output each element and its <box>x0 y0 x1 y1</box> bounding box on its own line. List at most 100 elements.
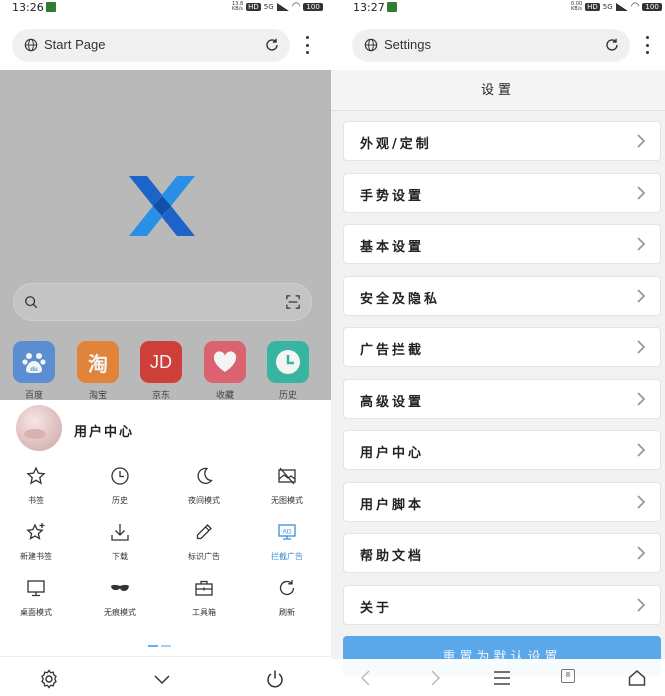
heart-icon <box>213 351 237 372</box>
menu-icon[interactable] <box>492 668 512 688</box>
reload-icon[interactable] <box>264 37 280 53</box>
menu-label: 拦截广告 <box>271 552 303 561</box>
pen-icon <box>196 524 212 540</box>
more-menu-icon[interactable] <box>645 36 649 54</box>
browser-nav-bar <box>331 659 665 696</box>
menu-label: 下载 <box>112 552 128 561</box>
chevron-down-icon[interactable] <box>152 669 172 689</box>
address-text: Settings <box>384 37 431 52</box>
settings-row-advanced[interactable]: 高级设置 <box>343 379 661 419</box>
star-icon <box>26 466 46 485</box>
search-bar[interactable] <box>13 283 312 321</box>
chevron-right-icon <box>637 392 646 406</box>
status-bar: 13:27 0.00 KB/s HD 5G ◠ 100 <box>331 0 665 16</box>
settings-row-user-scripts[interactable]: 用户脚本 <box>343 482 661 522</box>
row-label: 外观/定制 <box>360 137 432 152</box>
menu-block-ads[interactable]: AD 拦截广告 <box>257 522 317 568</box>
tab-count-button[interactable]: 8 <box>561 669 575 683</box>
status-bar: 13:26 13.8 KB/s HD 5G ◠ 100 <box>0 0 331 16</box>
menu-label: 夜间模式 <box>188 496 220 505</box>
shortcut-jd[interactable]: JD <box>140 341 182 383</box>
browser-logo-icon <box>129 176 195 236</box>
menu-label: 无图模式 <box>271 496 303 505</box>
avatar[interactable] <box>16 405 62 451</box>
app-notification-icon <box>46 2 56 12</box>
wifi-icon: ◠ <box>630 1 640 12</box>
address-bar[interactable]: Settings <box>352 29 630 62</box>
menu-incognito[interactable]: 无痕模式 <box>90 578 150 624</box>
settings-row-help[interactable]: 帮助文档 <box>343 533 661 573</box>
back-icon[interactable] <box>356 668 376 688</box>
menu-history[interactable]: 历史 <box>90 466 150 512</box>
settings-row-about[interactable]: 关于 <box>343 585 661 625</box>
reload-icon[interactable] <box>604 37 620 53</box>
power-icon[interactable] <box>265 669 285 689</box>
more-menu-icon[interactable] <box>305 36 309 54</box>
search-icon <box>25 296 38 309</box>
globe-icon <box>364 38 378 52</box>
page-title: 设置 <box>331 70 665 111</box>
bottom-toolbar <box>0 656 331 696</box>
menu-toolbox[interactable]: 工具箱 <box>174 578 234 624</box>
menu-mark-ads[interactable]: 标识广告 <box>174 522 234 568</box>
clock-icon <box>111 467 129 485</box>
chevron-right-icon <box>637 186 646 200</box>
moon-icon <box>197 467 213 485</box>
status-time: 13:26 <box>12 1 44 14</box>
shortcut-favorites[interactable] <box>204 341 246 383</box>
row-label: 用户中心 <box>360 446 425 461</box>
svg-text:AD: AD <box>282 529 291 536</box>
scan-icon[interactable] <box>286 295 300 309</box>
menu-refresh[interactable]: 刷新 <box>257 578 317 624</box>
menu-bookmarks[interactable]: 书签 <box>6 466 66 512</box>
shortcut-history[interactable] <box>267 341 309 383</box>
status-time: 13:27 <box>353 1 385 14</box>
signal-icon <box>615 2 628 11</box>
user-center-label[interactable]: 用户中心 <box>74 421 134 440</box>
chevron-right-icon <box>637 289 646 303</box>
address-bar[interactable]: Start Page <box>12 29 290 62</box>
ad-block-icon: AD <box>278 524 296 540</box>
settings-row-privacy[interactable]: 安全及隐私 <box>343 276 661 316</box>
menu-downloads[interactable]: 下载 <box>90 522 150 568</box>
hd-badge: HD <box>585 2 600 11</box>
menu-label: 工具箱 <box>192 608 216 617</box>
shortcut-taobao[interactable]: 淘 <box>77 341 119 383</box>
clock-icon <box>276 350 300 374</box>
menu-label: 无痕模式 <box>104 608 136 617</box>
menu-night-mode[interactable]: 夜间模式 <box>174 466 234 512</box>
globe-icon <box>24 38 38 52</box>
menu-label: 书签 <box>28 496 44 505</box>
settings-row-basic[interactable]: 基本设置 <box>343 224 661 264</box>
address-text: Start Page <box>44 37 106 52</box>
settings-row-user-center[interactable]: 用户中心 <box>343 430 661 470</box>
refresh-icon <box>279 580 295 596</box>
row-label: 广告拦截 <box>360 343 425 358</box>
settings-row-appearance[interactable]: 外观/定制 <box>343 121 661 161</box>
chevron-right-icon <box>637 340 646 354</box>
chevron-right-icon <box>637 443 646 457</box>
settings-gear-icon[interactable] <box>39 669 59 689</box>
home-icon[interactable] <box>627 668 647 688</box>
net-speed: 0.00 KB/s <box>571 0 583 12</box>
row-label: 用户脚本 <box>360 498 425 513</box>
settings-row-gestures[interactable]: 手势设置 <box>343 173 661 213</box>
star-plus-icon <box>26 523 45 540</box>
status-icons: 0.00 KB/s HD 5G ◠ 100 <box>571 1 662 12</box>
menu-no-image-mode[interactable]: 无图模式 <box>257 466 317 512</box>
chevron-right-icon <box>637 598 646 612</box>
row-label: 基本设置 <box>360 240 425 255</box>
row-label: 手势设置 <box>360 189 425 204</box>
menu-desktop-mode[interactable]: 桌面模式 <box>6 578 66 624</box>
settings-row-ad-block[interactable]: 广告拦截 <box>343 327 661 367</box>
row-label: 关于 <box>360 601 393 616</box>
shortcut-baidu[interactable]: du <box>13 341 55 383</box>
page-indicator <box>148 645 171 647</box>
menu-new-bookmark[interactable]: 新建书签 <box>6 522 66 568</box>
forward-icon[interactable] <box>425 668 445 688</box>
row-label: 安全及隐私 <box>360 292 441 307</box>
chevron-right-icon <box>637 134 646 148</box>
menu-label: 刷新 <box>279 608 295 617</box>
desktop-icon <box>27 580 45 597</box>
menu-label: 标识广告 <box>188 552 220 561</box>
